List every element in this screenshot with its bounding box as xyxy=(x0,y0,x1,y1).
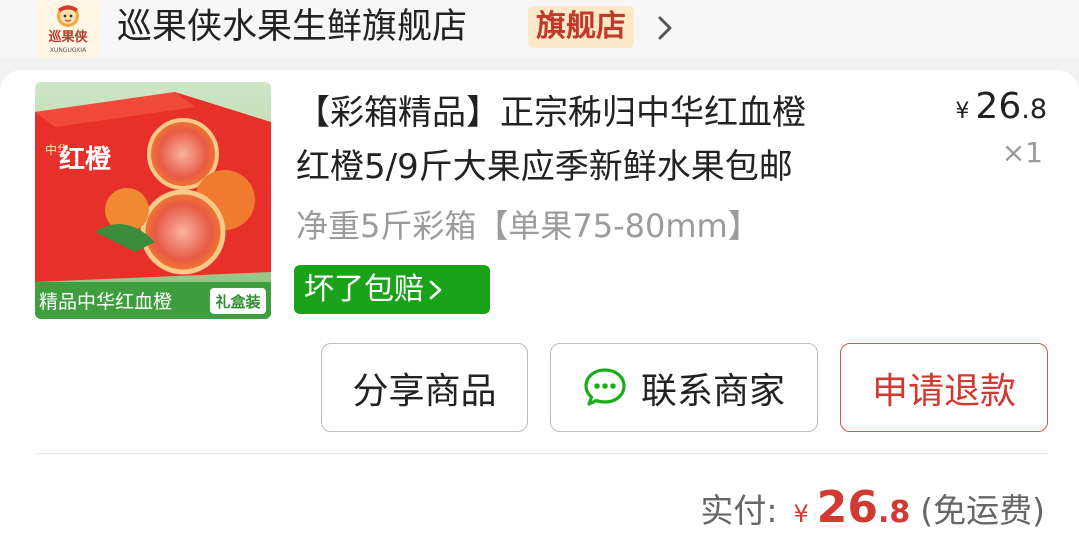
quantity: ×1 xyxy=(1001,136,1043,169)
total-integer: 26 xyxy=(816,482,878,533)
product-image[interactable]: 中华 红橙 精品中华红血橙 礼盒装 xyxy=(35,82,271,319)
order-item-page: 巡果侠 XUNGUOXIA 巡果侠水果生鲜旗舰店 旗舰店 中华 红橙 精品中华红… xyxy=(0,0,1079,557)
contact-seller-label: 联系商家 xyxy=(640,370,785,412)
guarantee-badge[interactable]: 坏了包赔 xyxy=(294,265,490,314)
unit-price-decimal: .8 xyxy=(1021,94,1047,125)
order-item-card: 中华 红橙 精品中华红血橙 礼盒装 【彩箱精品】正宗秭归中华红血橙 红橙5/9斤… xyxy=(0,70,1079,557)
guarantee-label: 坏了包赔 xyxy=(304,272,424,307)
request-refund-label: 申请退款 xyxy=(871,370,1016,412)
request-refund-button[interactable]: 申请退款 xyxy=(840,343,1048,432)
product-image-banner-tag: 礼盒装 xyxy=(215,293,261,311)
total-decimal: .8 xyxy=(877,495,911,530)
total-paid: 实付: ¥ 26 .8 (免运费) xyxy=(700,482,1045,542)
store-header[interactable]: 巡果侠 XUNGUOXIA 巡果侠水果生鲜旗舰店 旗舰店 xyxy=(0,0,1079,58)
store-logo-subtext: XUNGUOXIA xyxy=(50,47,87,54)
unit-price-currency: ¥ xyxy=(955,99,970,124)
chevron-right-icon[interactable] xyxy=(652,10,678,46)
flagship-badge: 旗舰店 xyxy=(528,6,634,48)
product-image-main: 红橙 xyxy=(59,144,112,175)
paid-label: 实付: xyxy=(700,491,778,530)
divider xyxy=(35,453,1048,454)
chevron-right-icon xyxy=(429,280,442,299)
store-name[interactable]: 巡果侠水果生鲜旗舰店 xyxy=(117,4,467,50)
product-title-line-1: 【彩箱精品】正宗秭归中华红血橙 xyxy=(296,93,806,133)
product-spec: 净重5斤彩箱【单果75-80mm】 xyxy=(296,207,760,245)
product-title-line-2: 红橙5/9斤大果应季新鲜水果包邮 xyxy=(296,147,793,187)
wechat-chat-icon xyxy=(584,367,626,406)
unit-price-integer: 26 xyxy=(975,86,1022,127)
contact-seller-button[interactable]: 联系商家 xyxy=(550,343,818,432)
store-logo: 巡果侠 XUNGUOXIA xyxy=(36,0,100,58)
total-currency: ¥ xyxy=(793,500,809,528)
share-product-button[interactable]: 分享商品 xyxy=(321,343,528,432)
share-product-label: 分享商品 xyxy=(352,370,497,412)
product-title[interactable]: 【彩箱精品】正宗秭归中华红血橙 红橙5/9斤大果应季新鲜水果包邮 xyxy=(296,86,916,194)
store-logo-text: 巡果侠 xyxy=(48,29,88,45)
unit-price: ¥26.8 xyxy=(955,86,1047,136)
product-image-banner: 精品中华红血橙 xyxy=(39,291,172,313)
shipping-note: (免运费) xyxy=(920,491,1045,530)
